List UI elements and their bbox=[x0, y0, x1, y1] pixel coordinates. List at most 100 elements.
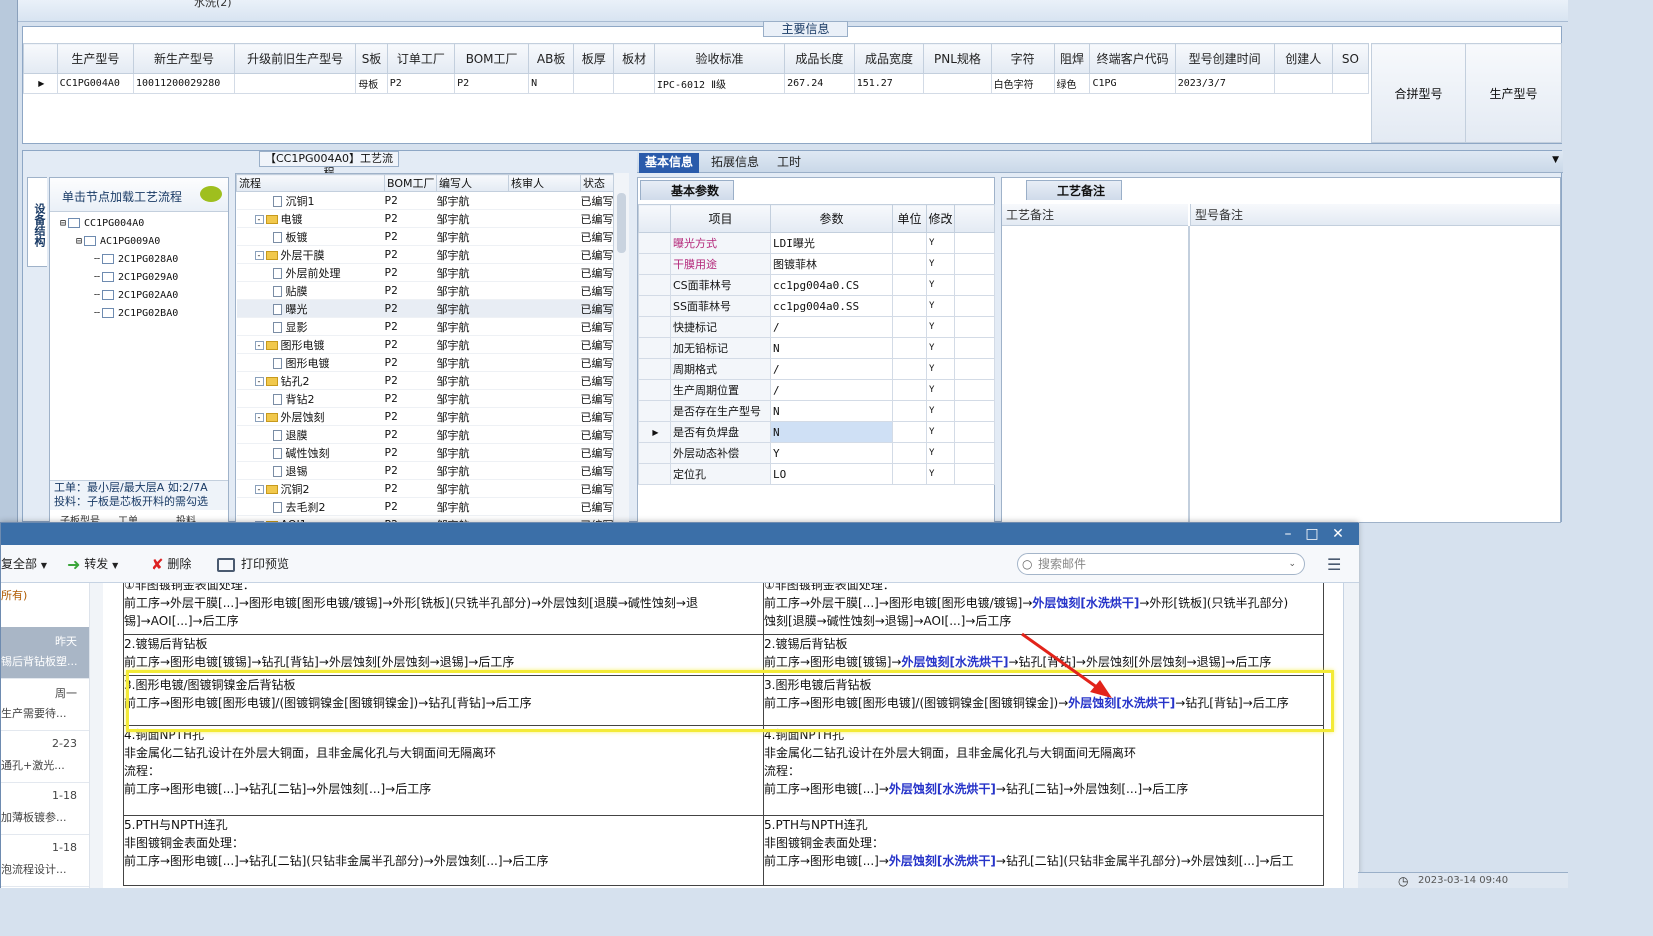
tree-node[interactable]: ┄ 2C1PG028A0 bbox=[94, 254, 178, 265]
mail-list-scrollbar[interactable] bbox=[89, 583, 103, 888]
main-col-header[interactable]: 成品宽度 bbox=[853, 43, 925, 74]
collapse-icon[interactable]: - bbox=[254, 377, 264, 386]
flow-row[interactable]: 板镀 P2 邹宇航 已编写 bbox=[236, 227, 628, 246]
main-col-header[interactable]: PNL规格 bbox=[923, 43, 992, 74]
param-row[interactable]: 周期格式 / Y bbox=[638, 358, 995, 380]
param-row[interactable]: 曝光方式 LDI曝光 Y bbox=[638, 232, 995, 254]
flow-row[interactable]: - 外层干膜 P2 邹宇航 已编写 bbox=[236, 245, 628, 264]
close-icon[interactable]: ✕ bbox=[1329, 525, 1347, 543]
main-cell[interactable]: 绿色 bbox=[1053, 73, 1091, 94]
param-value-cell[interactable]: LO bbox=[770, 463, 893, 485]
flow-col-header[interactable]: 编写人 bbox=[436, 174, 509, 192]
merge-col-header[interactable]: 生产型号 bbox=[1465, 43, 1562, 143]
param-row[interactable]: 是否存在生产型号 N Y bbox=[638, 400, 995, 422]
tab-extended-info[interactable]: 拓展信息 bbox=[705, 153, 765, 173]
main-cell[interactable]: P2 bbox=[454, 73, 530, 94]
forward-button[interactable]: ➜ 转发 ▼ bbox=[67, 555, 118, 574]
main-cell[interactable]: N bbox=[528, 73, 575, 94]
flow-row[interactable]: 贴膜 P2 邹宇航 已编写 bbox=[236, 281, 628, 300]
param-row[interactable]: ▶ 是否有负焊盘 N Y bbox=[638, 421, 995, 443]
collapse-icon[interactable]: - bbox=[254, 341, 264, 350]
main-cell[interactable]: 10011200029280 bbox=[133, 73, 236, 94]
flow-row[interactable]: 退锡 P2 邹宇航 已编写 bbox=[236, 461, 628, 480]
side-tab-equipment[interactable]: 设备结构 bbox=[27, 177, 47, 267]
main-cell[interactable] bbox=[573, 73, 615, 94]
main-col-header[interactable]: AB板 bbox=[528, 43, 575, 74]
main-col-header[interactable]: 订单工厂 bbox=[386, 43, 456, 74]
params-col-header[interactable]: 单位 bbox=[892, 204, 927, 233]
flow-row[interactable]: 图形电镀 P2 邹宇航 已编写 bbox=[236, 353, 628, 372]
flow-col-header[interactable]: 核审人 bbox=[508, 174, 581, 192]
mail-list-item[interactable]: 昨天 锡后背钻板塑... bbox=[1, 627, 89, 679]
main-col-header[interactable]: S板 bbox=[355, 43, 388, 74]
collapse-icon[interactable]: - bbox=[254, 215, 264, 224]
tab-work-hours[interactable]: 工时 bbox=[771, 153, 807, 173]
main-col-header[interactable]: 板厚 bbox=[573, 43, 615, 74]
param-row[interactable]: 生产周期位置 / Y bbox=[638, 379, 995, 401]
flow-row[interactable]: 外层前处理 P2 邹宇航 已编写 bbox=[236, 263, 628, 282]
flow-row[interactable]: 去毛刹2 P2 邹宇航 已编写 bbox=[236, 497, 628, 516]
flow-row[interactable]: 碱性蚀刻 P2 邹宇航 已编写 bbox=[236, 443, 628, 462]
print-preview-button[interactable]: 打印预览 bbox=[217, 555, 289, 572]
flow-col-header[interactable]: 流程 bbox=[236, 174, 385, 192]
main-col-header[interactable]: 型号创建时间 bbox=[1174, 43, 1275, 74]
tree-node[interactable]: ┄ 2C1PG02AA0 bbox=[94, 290, 178, 301]
param-value-cell[interactable]: / bbox=[770, 316, 893, 338]
flow-row[interactable]: - 电镀 P2 邹宇航 已编写 bbox=[236, 209, 628, 228]
collapse-icon[interactable]: - bbox=[254, 485, 264, 494]
param-row[interactable]: CS面菲林号 cc1pg004a0.CS Y bbox=[638, 274, 995, 296]
param-value-cell[interactable]: cc1pg004a0.SS bbox=[770, 295, 893, 317]
main-col-header[interactable]: 生产型号 bbox=[56, 43, 135, 74]
main-col-header[interactable]: 创建人 bbox=[1273, 43, 1333, 74]
mail-list-item[interactable]: 2-23 通孔+激光... bbox=[1, 731, 89, 783]
param-row[interactable]: 加无铅标记 N Y bbox=[638, 337, 995, 359]
param-value-cell[interactable]: / bbox=[770, 379, 893, 401]
main-cell[interactable]: 267.24 bbox=[784, 73, 855, 94]
main-cell[interactable]: 2023/3/7 bbox=[1174, 73, 1275, 94]
flow-scroll-thumb[interactable] bbox=[617, 193, 626, 253]
mail-list-filter[interactable]: 所有) bbox=[1, 587, 27, 603]
delete-button[interactable]: ✘ 删除 bbox=[151, 555, 191, 574]
flow-row[interactable]: 曝光 P2 邹宇航 已编写 bbox=[236, 299, 628, 318]
main-col-header[interactable]: 成品长度 bbox=[784, 43, 855, 74]
main-col-header[interactable]: 板材 bbox=[613, 43, 655, 74]
merge-col-header[interactable]: 合拼型号 bbox=[1371, 43, 1466, 143]
main-cell[interactable]: P2 bbox=[386, 73, 456, 94]
flow-row[interactable]: 背钻2 P2 邹宇航 已编写 bbox=[236, 389, 628, 408]
mail-body-scrollbar[interactable] bbox=[1343, 583, 1359, 888]
flow-row[interactable]: - 沉铜2 P2 邹宇航 已编写 bbox=[236, 479, 628, 498]
tree-collapse-icon[interactable]: ⊟ bbox=[60, 218, 66, 229]
params-col-header[interactable]: 项目 bbox=[670, 204, 771, 233]
main-col-header[interactable]: 验收标准 bbox=[653, 43, 786, 74]
flow-row[interactable]: - 图形电镀 P2 邹宇航 已编写 bbox=[236, 335, 628, 354]
flow-row[interactable]: - 钻孔2 P2 邹宇航 已编写 bbox=[236, 371, 628, 390]
minimize-icon[interactable]: – bbox=[1279, 525, 1297, 543]
menu-list-icon[interactable]: ☰ bbox=[1327, 555, 1341, 574]
mail-list-item[interactable]: 1-18 加薄板镀参... bbox=[1, 783, 89, 835]
main-cell[interactable]: 白色字符 bbox=[990, 73, 1055, 94]
main-info-data-row[interactable]: ▶ CC1PG004A0 10011200029280 母板 P2 P2 N IPC-6012… bbox=[23, 73, 1370, 94]
param-row[interactable]: 定位孔 LO Y bbox=[638, 463, 995, 485]
flow-scrollbar[interactable] bbox=[613, 173, 629, 523]
main-col-header[interactable]: 字符 bbox=[990, 43, 1055, 74]
tree-collapse-icon[interactable]: ⊟ bbox=[76, 236, 82, 247]
main-col-header[interactable]: 阻焊 bbox=[1053, 43, 1091, 74]
flow-row[interactable]: 沉铜1 P2 邹宇航 已编写 bbox=[236, 191, 628, 210]
param-row[interactable]: 外层动态补偿 Y Y bbox=[638, 442, 995, 464]
tree-node[interactable]: ┄ 2C1PG02BA0 bbox=[94, 308, 178, 319]
params-col-header[interactable]: 修改 bbox=[926, 204, 955, 233]
flow-col-header[interactable]: BOM工厂 bbox=[384, 174, 437, 192]
param-value-cell[interactable]: 图镀菲林 bbox=[770, 253, 893, 275]
main-cell[interactable]: CC1PG004A0 bbox=[56, 73, 135, 94]
flow-row[interactable]: - 外层蚀刻 P2 邹宇航 已编写 bbox=[236, 407, 628, 426]
mail-search-input[interactable]: ○ 搜索邮件 ⌄ bbox=[1017, 553, 1305, 575]
collapse-icon[interactable]: - bbox=[254, 251, 264, 260]
tree-node[interactable]: ⊟ CC1PG004A0 bbox=[60, 218, 144, 229]
search-dropdown-icon[interactable]: ⌄ bbox=[1288, 554, 1296, 574]
main-col-header[interactable]: 新生产型号 bbox=[133, 43, 236, 74]
main-col-header[interactable]: 终端客户代码 bbox=[1089, 43, 1176, 74]
main-cell[interactable]: C1PG bbox=[1089, 73, 1176, 94]
param-value-cell[interactable]: cc1pg004a0.CS bbox=[770, 274, 893, 296]
param-value-cell[interactable]: N bbox=[770, 421, 893, 443]
main-col-header[interactable]: BOM工厂 bbox=[454, 43, 530, 74]
